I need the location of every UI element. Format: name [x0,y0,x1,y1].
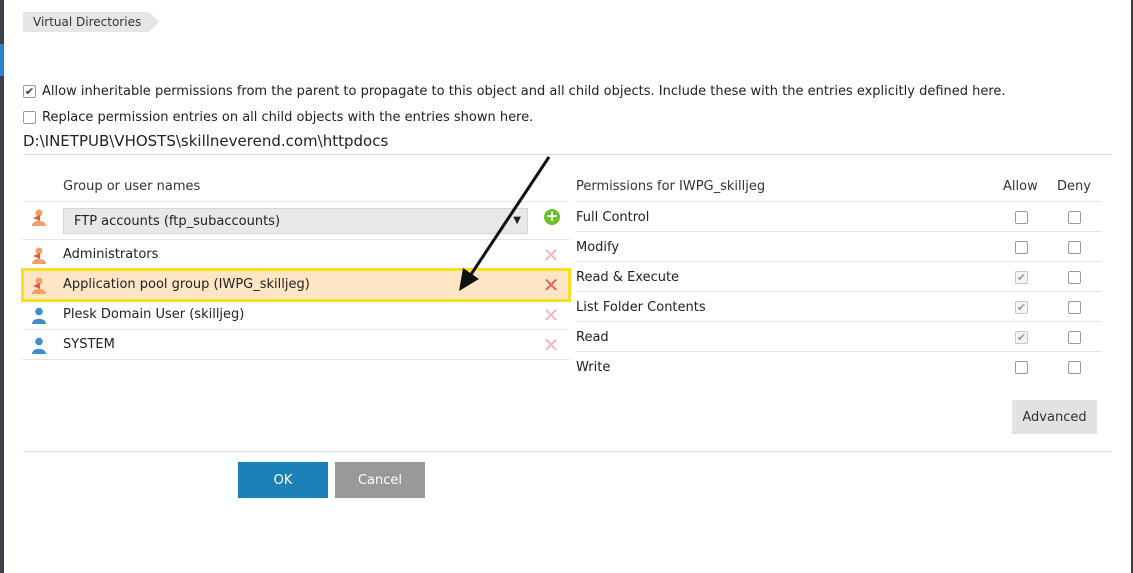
plus-circle-icon[interactable]: + [544,209,560,225]
user-name: Plesk Domain User (skilljeg) [63,307,245,322]
user-group-select-value: FTP accounts (ftp_subaccounts) [74,214,281,229]
permission-row: List Folder Contents [576,292,1102,322]
users-column-header: Group or user names [63,179,201,194]
user-row[interactable]: Plesk Domain User (skilljeg) ✕ [23,300,569,330]
deny-checkbox[interactable] [1068,241,1081,254]
user-row[interactable]: SYSTEM ✕ [23,330,569,360]
user-name: Administrators [63,247,159,262]
deny-checkbox[interactable] [1068,361,1081,374]
deny-checkbox[interactable] [1068,331,1081,344]
users-header-line [23,201,569,202]
ftp-accounts-icon [31,209,47,226]
breadcrumb: Virtual Directories [23,12,160,32]
window-left-edge [0,0,4,573]
permission-row: Full Control [576,202,1102,232]
deny-checkbox[interactable] [1068,211,1081,224]
permission-name: Full Control [576,210,650,225]
allow-checkbox[interactable] [1015,301,1028,314]
advanced-button[interactable]: Advanced [1012,400,1097,434]
ok-button[interactable]: OK [238,462,328,498]
inherit-permissions-label: Allow inheritable permissions from the p… [42,83,1006,99]
user-row[interactable]: Application pool group (IWPG_skilljeg) ✕ [21,268,571,302]
permission-row: Modify [576,232,1102,262]
allow-checkbox[interactable] [1015,271,1028,284]
inherit-permissions-option[interactable]: Allow inheritable permissions from the p… [23,83,1006,99]
cancel-button[interactable]: Cancel [335,462,425,498]
divider-top [23,154,1112,155]
permission-name: List Folder Contents [576,300,706,315]
active-nav-marker [0,44,4,76]
user-icon [31,337,47,354]
replace-permissions-checkbox[interactable] [23,110,36,124]
permission-name: Read & Execute [576,270,680,285]
replace-permissions-option[interactable]: Replace permission entries on all child … [23,109,533,125]
allow-checkbox[interactable] [1015,241,1028,254]
user-group-icon [31,247,47,264]
allow-checkbox[interactable] [1015,331,1028,344]
deny-checkbox[interactable] [1068,271,1081,284]
chevron-down-icon: ▼ [513,215,521,226]
user-row-divider [23,359,569,360]
user-name: SYSTEM [63,337,115,352]
remove-icon[interactable]: ✕ [542,275,560,295]
remove-icon[interactable]: ✕ [542,335,560,355]
allow-checkbox[interactable] [1015,361,1028,374]
permission-name: Write [576,360,611,375]
permissions-column-header: Permissions for IWPG_skilljeg [576,179,766,194]
user-row[interactable]: Administrators ✕ [23,240,569,270]
directory-path: D:\INETPUB\VHOSTS\skillneverend.com\http… [23,132,389,150]
user-group-icon [31,277,47,294]
permission-row: Read [576,322,1102,352]
replace-permissions-label: Replace permission entries on all child … [42,109,534,125]
permission-row: Read & Execute [576,262,1102,292]
permission-row: Write [576,352,1102,382]
inherit-permissions-checkbox[interactable] [23,84,36,98]
permission-name: Read [576,330,609,345]
remove-icon[interactable]: ✕ [542,245,560,265]
breadcrumb-item-virtual-directories[interactable]: Virtual Directories [23,12,160,32]
divider-bottom [23,451,1112,452]
allow-checkbox[interactable] [1015,211,1028,224]
user-name: Application pool group (IWPG_skilljeg) [63,277,310,292]
remove-icon[interactable]: ✕ [542,305,560,325]
permission-name: Modify [576,240,620,255]
allow-column-header: Allow [1003,179,1038,194]
deny-checkbox[interactable] [1068,301,1081,314]
deny-column-header: Deny [1057,179,1091,194]
user-icon [31,307,47,324]
user-group-select[interactable]: FTP accounts (ftp_subaccounts) ▼ [63,208,528,234]
